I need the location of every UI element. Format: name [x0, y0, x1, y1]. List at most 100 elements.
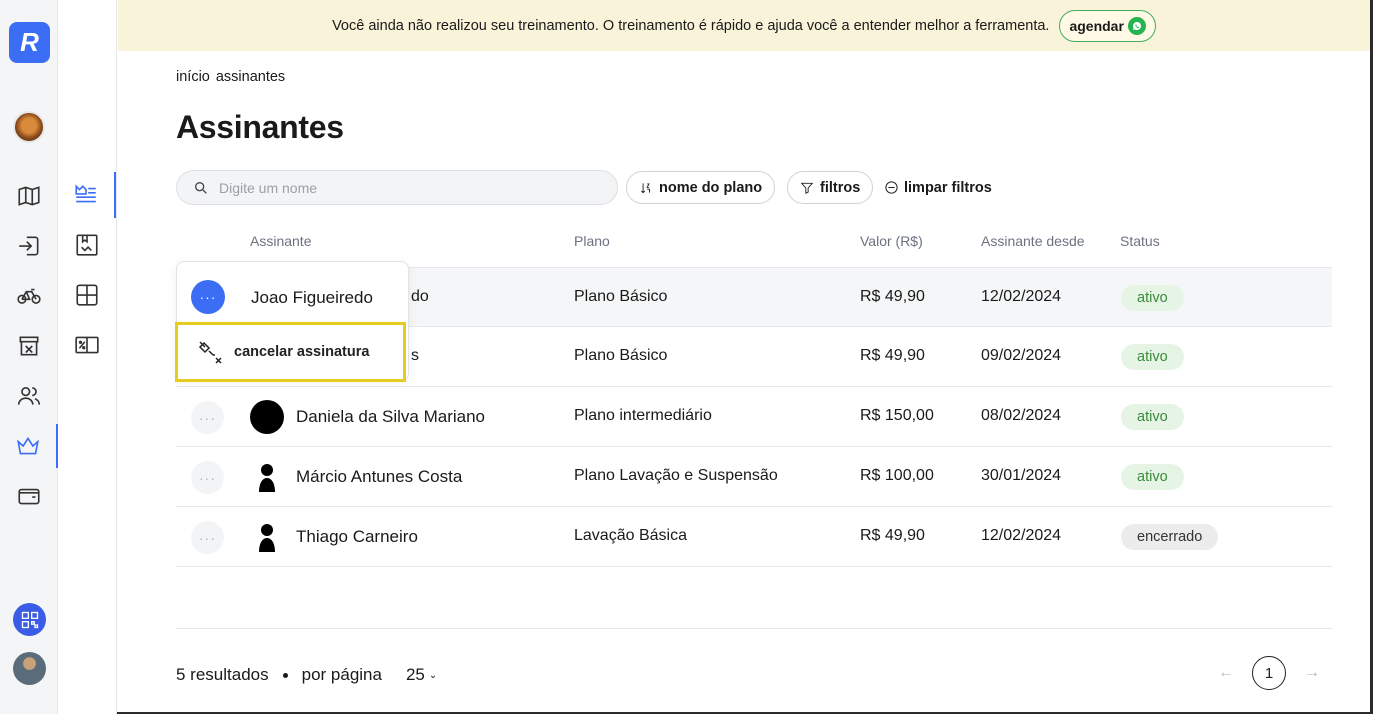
whatsapp-icon — [1127, 16, 1146, 35]
status-badge: encerrado — [1121, 524, 1219, 550]
store-icon — [19, 336, 39, 356]
wallet-icon — [18, 488, 40, 505]
main-sidebar: R — [0, 0, 58, 714]
value-cell: R$ 49,90 — [860, 288, 925, 305]
cancel-subscription-option[interactable]: cancelar assinatura — [175, 322, 406, 382]
store-avatar[interactable] — [13, 111, 45, 143]
value-cell: R$ 49,90 — [860, 527, 925, 544]
pagination: ← 1 → — [1218, 656, 1320, 690]
table-footer: 5 resultados por página 25 ⌄ ← 1 → — [176, 628, 1332, 714]
cancel-subscription-label: cancelar assinatura — [234, 344, 370, 360]
filters-label: filtros — [820, 179, 861, 196]
table-row[interactable]: ··· Márcio Antunes Costa Plano Lavação e… — [176, 447, 1332, 507]
row-actions-button[interactable]: ··· — [191, 401, 224, 434]
per-page-select[interactable]: 25 ⌄ — [406, 665, 437, 685]
training-banner: Você ainda não realizou seu treinamento.… — [118, 0, 1370, 51]
col-plan[interactable]: Plano — [574, 233, 610, 249]
qr-code-button[interactable] — [13, 603, 46, 636]
subscriber-name: Thiago Carneiro — [296, 527, 418, 546]
status-badge: ativo — [1121, 404, 1184, 430]
subscriber-name-fragment: do — [411, 288, 429, 305]
filter-toolbar: nome do plano filtros limpar filtros — [176, 170, 1332, 206]
filters-button[interactable]: filtros — [787, 171, 874, 204]
store-nav-item[interactable] — [0, 324, 58, 368]
plan-cell: Plano Lavação e Suspensão — [574, 467, 778, 484]
schedule-button[interactable]: agendar — [1059, 9, 1156, 42]
dashboard-subnav-item[interactable] — [58, 272, 116, 318]
plan-cell: Lavação Básica — [574, 527, 687, 544]
filter-icon — [800, 182, 814, 194]
plan-cell: Plano Básico — [574, 347, 668, 364]
popover-subscriber-name: Joao Figueiredo — [251, 288, 373, 307]
grid-icon — [76, 284, 98, 306]
per-page-label: por página — [301, 665, 382, 684]
results-summary: 5 resultados por página 25 ⌄ — [176, 665, 437, 685]
col-subscriber[interactable]: Assinante — [250, 233, 311, 249]
map-nav-item[interactable] — [0, 174, 58, 218]
qr-code-icon — [21, 611, 38, 628]
page-button-current[interactable]: 1 — [1252, 656, 1286, 690]
sub-sidebar — [58, 0, 117, 714]
person-silhouette-icon — [250, 520, 284, 554]
separator-dot — [282, 672, 288, 678]
chevron-down-icon: ⌄ — [428, 669, 438, 681]
status-badge: ativo — [1121, 344, 1184, 370]
bookmark-box-icon — [76, 234, 98, 256]
unplug-icon — [198, 341, 222, 364]
search-icon — [195, 181, 207, 194]
plan-cell: Plano Básico — [574, 288, 668, 305]
clear-filters-button[interactable]: limpar filtros — [884, 171, 992, 204]
next-page-arrow-icon[interactable]: → — [1304, 664, 1320, 682]
banner-text: Você ainda não realizou seu treinamento.… — [332, 17, 1050, 34]
table-row[interactable]: ··· Daniela da Silva Mariano Plano inter… — [176, 387, 1332, 447]
page-title: Assinantes — [176, 109, 344, 145]
subscribers-subnav-item[interactable] — [58, 172, 116, 218]
row-actions-button-active[interactable]: ··· — [191, 280, 225, 314]
breadcrumb-current: assinantes — [215, 69, 286, 85]
clear-filters-label: limpar filtros — [904, 179, 992, 196]
minus-circle-icon — [885, 181, 898, 194]
finance-nav-item[interactable] — [0, 474, 58, 518]
plans-subnav-item[interactable] — [58, 222, 116, 268]
col-since[interactable]: Assinante desde — [981, 233, 1085, 249]
subscriber-avatar — [250, 400, 284, 434]
subscriptions-nav-item[interactable] — [0, 424, 58, 468]
value-cell: R$ 49,90 — [860, 347, 925, 364]
since-cell: 30/01/2024 — [981, 467, 1062, 484]
breadcrumb: início assinantes — [176, 69, 285, 85]
sort-icon — [641, 182, 650, 193]
users-icon — [17, 387, 41, 405]
col-value[interactable]: Valor (R$) — [860, 233, 923, 249]
row-actions-button[interactable]: ··· — [191, 521, 224, 554]
bike-icon — [17, 288, 41, 304]
app-logo[interactable]: R — [9, 22, 50, 63]
status-badge: ativo — [1121, 464, 1184, 490]
plan-cell: Plano intermediário — [574, 407, 712, 424]
col-status[interactable]: Status — [1120, 233, 1160, 249]
subscriber-name: Daniela da Silva Mariano — [296, 407, 485, 426]
person-silhouette-icon — [250, 460, 284, 494]
services-nav-item[interactable] — [0, 274, 58, 318]
login-icon — [19, 236, 39, 256]
map-icon — [18, 186, 40, 206]
value-cell: R$ 150,00 — [860, 407, 934, 424]
results-count: 5 resultados — [176, 665, 269, 684]
search-input[interactable] — [219, 179, 599, 196]
customers-nav-item[interactable] — [0, 374, 58, 418]
row-actions-button[interactable]: ··· — [191, 461, 224, 494]
breadcrumb-home[interactable]: início — [176, 69, 210, 85]
user-avatar[interactable] — [13, 652, 46, 685]
search-box[interactable] — [176, 170, 618, 205]
crown-icon — [17, 436, 39, 455]
crown-list-icon — [75, 184, 96, 203]
table-row[interactable]: ··· Thiago Carneiro Lavação Básica R$ 49… — [176, 507, 1332, 567]
status-badge: ativo — [1121, 285, 1184, 311]
previous-page-arrow-icon[interactable]: ← — [1218, 664, 1234, 682]
discounts-subnav-item[interactable] — [58, 322, 116, 368]
since-cell: 12/02/2024 — [981, 527, 1062, 544]
since-cell: 12/02/2024 — [981, 288, 1062, 305]
value-cell: R$ 100,00 — [860, 467, 934, 484]
subscriber-name: Márcio Antunes Costa — [296, 467, 463, 486]
checkin-nav-item[interactable] — [0, 224, 58, 268]
sort-plan-button[interactable]: nome do plano — [626, 171, 776, 204]
